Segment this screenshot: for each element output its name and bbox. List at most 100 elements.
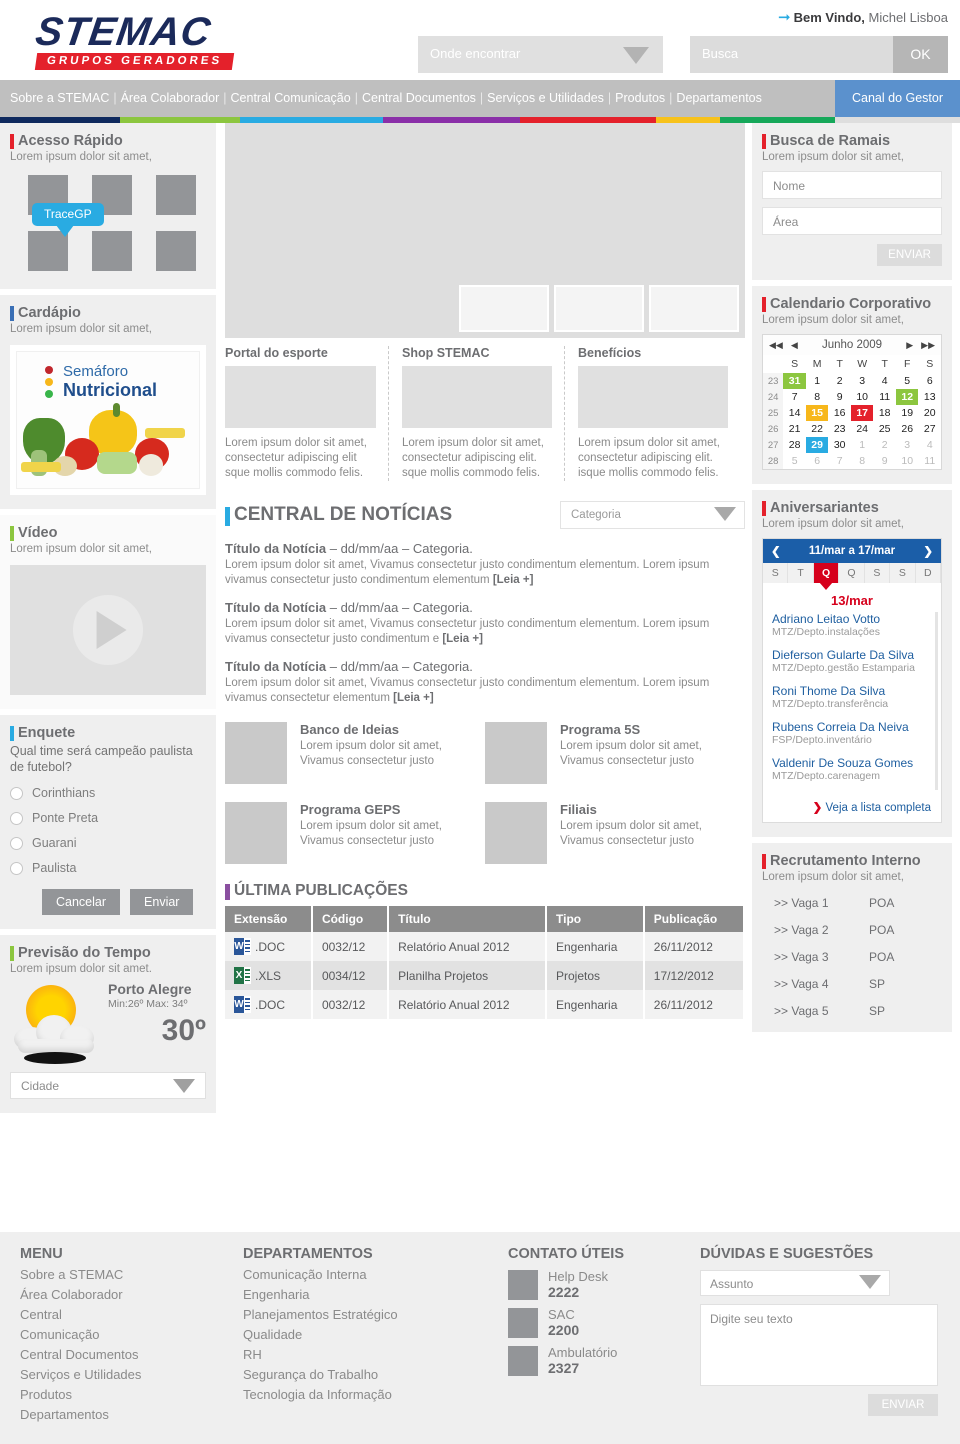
calendar-day[interactable]: 7 [828, 453, 851, 469]
calendar-day[interactable]: 16 [828, 405, 851, 421]
program-card[interactable]: Filiais Lorem ipsum dolor sit amet, Vivam… [485, 802, 745, 864]
footer-menu-link[interactable]: Departamentos [20, 1405, 220, 1425]
poll-option[interactable]: Ponte Preta [10, 811, 206, 825]
nav-item-servi-os-e-utilidades[interactable]: Serviços e Utilidades [487, 91, 604, 105]
calendar-day[interactable]: 1 [851, 437, 874, 453]
poll-option[interactable]: Guarani [10, 836, 206, 850]
calendar-day[interactable]: 10 [851, 389, 874, 405]
semaforo-nutricional-image[interactable]: Semáforo Nutricional [10, 345, 206, 495]
footer-department-link[interactable]: Qualidade [243, 1325, 493, 1345]
weather-city-select[interactable]: Cidade [10, 1072, 206, 1099]
calendar-first-icon[interactable]: ◀◀ [769, 340, 783, 351]
calendar-day[interactable]: 28 [783, 437, 806, 453]
birthday-weekday-tab[interactable]: Q [839, 563, 865, 583]
calendar-day[interactable]: 5 [896, 373, 919, 389]
birthdays-prev-icon[interactable]: ❮ [771, 544, 781, 558]
calendar-day[interactable]: 23 [828, 421, 851, 437]
calendar-day[interactable]: 30 [828, 437, 851, 453]
program-card[interactable]: Programa 5S Lorem ipsum dolor sit amet, V… [485, 722, 745, 784]
nav-item-central-comunica-o[interactable]: Central Comunicação [231, 91, 351, 105]
calendar-next-icon[interactable]: ▶ [906, 340, 913, 351]
banner-thumbnail[interactable] [649, 285, 739, 332]
calendar-day[interactable]: 8 [806, 389, 829, 405]
table-row[interactable]: X .XLS 0034/12 Planilha Projetos Projetos 17/… [225, 961, 746, 990]
quick-access-tile[interactable] [92, 231, 132, 271]
poll-cancel-button[interactable]: Cancelar [42, 889, 121, 915]
search-input[interactable]: Busca [690, 36, 893, 73]
radio-icon[interactable] [10, 861, 23, 875]
birthday-person[interactable]: Dieferson Gularte Da Silva MTZ/Depto.gest… [772, 648, 933, 675]
program-card[interactable]: Banco de Ideias Lorem ipsum dolor sit ame… [225, 722, 485, 784]
radio-icon[interactable] [10, 811, 23, 825]
footer-menu-link[interactable]: Comunicação [20, 1325, 220, 1345]
news-item[interactable]: Título da Notícia – dd/mm/aa – Categoria… [225, 659, 745, 706]
calendar-last-icon[interactable]: ▶▶ [921, 340, 935, 351]
where-to-find-select[interactable]: Onde encontrar [418, 36, 663, 73]
footer-menu-link[interactable]: Central [20, 1305, 220, 1325]
search-ok-button[interactable]: OK [893, 36, 948, 73]
birthdays-next-icon[interactable]: ❯ [923, 544, 933, 558]
birthday-person[interactable]: Rubens Correia Da Neiva FSP/Depto.inventá… [772, 720, 933, 747]
poll-option[interactable]: Paulista [10, 861, 206, 875]
footer-department-link[interactable]: Planejamentos Estratégico [243, 1305, 493, 1325]
birthday-weekday-tab[interactable]: S [865, 563, 891, 583]
calendar-day[interactable]: 18 [873, 405, 896, 421]
footer-department-link[interactable]: RH [243, 1345, 493, 1365]
calendar-day[interactable]: 11 [873, 389, 896, 405]
calendar-day[interactable]: 12 [895, 389, 919, 405]
calendar-day[interactable]: 8 [851, 453, 874, 469]
footer-message-textarea[interactable]: Digite seu texto [700, 1304, 938, 1386]
ramais-send-button[interactable]: ENVIAR [877, 244, 942, 266]
calendar-day[interactable]: 2 [873, 437, 896, 453]
footer-menu-link[interactable]: Serviços e Utilidades [20, 1365, 220, 1385]
calendar-day[interactable]: 5 [783, 453, 806, 469]
job-link[interactable]: >> Vaga 2 [774, 923, 869, 937]
footer-menu-link[interactable]: Área Colaborador [20, 1285, 220, 1305]
nav-item-canal-do-gestor[interactable]: Canal do Gestor [835, 80, 960, 117]
video-player[interactable] [10, 565, 206, 695]
footer-subject-select[interactable]: Assunto [700, 1270, 890, 1296]
quick-access-tile[interactable] [28, 231, 68, 271]
quick-access-tile[interactable] [156, 231, 196, 271]
calendar-day[interactable]: 6 [806, 453, 829, 469]
radio-icon[interactable] [10, 786, 23, 800]
birthdays-see-all-link[interactable]: ❯ Veja a lista completa [763, 798, 941, 822]
stemac-logo[interactable]: STEMAC GRUPOS GERADORES [33, 10, 241, 70]
calendar-day[interactable]: 20 [918, 405, 941, 421]
footer-department-link[interactable]: Segurança do Trabalho [243, 1365, 493, 1385]
calendar-day[interactable]: 26 [896, 421, 919, 437]
calendar-day[interactable]: 4 [918, 437, 941, 453]
hero-banner[interactable] [225, 123, 745, 338]
feature-card[interactable]: Benefícios Lorem ipsum dolor sit amet, co… [564, 346, 740, 481]
news-read-more-link[interactable]: [Leia +] [493, 574, 534, 586]
news-read-more-link[interactable]: [Leia +] [442, 633, 483, 645]
footer-menu-link[interactable]: Produtos [20, 1385, 220, 1405]
banner-thumbnail[interactable] [554, 285, 644, 332]
calendar-day[interactable]: 17 [850, 405, 874, 421]
nav-item-sobre-a-stemac[interactable]: Sobre a STEMAC [10, 91, 109, 105]
poll-submit-button[interactable]: Enviar [130, 889, 194, 915]
calendar-day[interactable]: 15 [805, 405, 829, 421]
birthday-person[interactable]: Valdenir De Souza Gomes MTZ/Depto.carenag… [772, 756, 933, 783]
birthday-person[interactable]: Adriano Leitao Votto MTZ/Depto.instalaçõe… [772, 612, 933, 639]
quick-access-tile[interactable] [156, 175, 196, 215]
birthday-person[interactable]: Roni Thome Da Silva MTZ/Depto.transferênc… [772, 684, 933, 711]
radio-icon[interactable] [10, 836, 23, 850]
calendar-day[interactable]: 25 [873, 421, 896, 437]
nav-item-central-documentos[interactable]: Central Documentos [362, 91, 476, 105]
footer-department-link[interactable]: Comunicação Interna [243, 1265, 493, 1285]
birthday-weekday-tab[interactable]: S [890, 563, 916, 583]
calendar-day[interactable]: 9 [873, 453, 896, 469]
calendar-day[interactable]: 3 [896, 437, 919, 453]
calendar-day[interactable]: 10 [896, 453, 919, 469]
calendar-day[interactable]: 13 [918, 389, 941, 405]
calendar-day[interactable]: 1 [806, 373, 829, 389]
footer-department-link[interactable]: Tecnologia da Informação [243, 1385, 493, 1405]
calendar-day[interactable]: 31 [783, 373, 806, 389]
news-read-more-link[interactable]: [Leia +] [393, 692, 434, 704]
banner-thumbnail[interactable] [459, 285, 549, 332]
table-row[interactable]: W .DOC 0032/12 Relatório Anual 2012 Engenhar… [225, 990, 746, 1019]
news-item[interactable]: Título da Notícia – dd/mm/aa – Categoria… [225, 541, 745, 588]
program-card[interactable]: Programa GEPS Lorem ipsum dolor sit amet,… [225, 802, 485, 864]
footer-menu-link[interactable]: Sobre a STEMAC [20, 1265, 220, 1285]
